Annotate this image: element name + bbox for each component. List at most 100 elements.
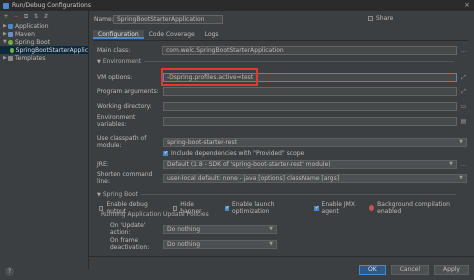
share-label: Share xyxy=(376,15,394,22)
classpath-value: spring-boot-starter-rest xyxy=(167,138,237,146)
jre-select[interactable]: Default (1.8 - SDK of 'spring-boot-start… xyxy=(163,159,457,169)
tab-logs[interactable]: Logs xyxy=(200,30,224,39)
panel-splitter[interactable] xyxy=(88,11,89,269)
expand-field-icon[interactable]: ⤢ xyxy=(460,74,467,81)
update-policies-header: Running Application Update Policies xyxy=(101,211,209,218)
tab-code-coverage[interactable]: Code Coverage xyxy=(144,30,200,39)
chevron-down-icon: ▼ xyxy=(449,160,453,167)
config-toolbar: + − ⧉ ⇅ ⇵ xyxy=(0,12,88,21)
environment-variables-field[interactable] xyxy=(163,116,457,126)
on-update-select[interactable]: Do nothing ▼ xyxy=(163,224,277,234)
program-arguments-field[interactable] xyxy=(163,86,457,96)
main-class-field[interactable]: com.welc.SpringBootStarterApplication xyxy=(162,45,457,55)
templates-icon xyxy=(8,55,13,61)
environment-section-header[interactable]: ▼ Environment xyxy=(97,58,455,65)
browse-icon[interactable]: … xyxy=(460,161,467,168)
vm-options-row: VM options: -Dspring.profiles.active=tes… xyxy=(97,72,467,82)
collapse-arrow-icon[interactable]: ▼ xyxy=(97,192,101,198)
include-provided-label: Include dependencies with "Provided" sco… xyxy=(171,150,305,157)
jre-value: Default (1.8 - SDK of 'spring-boot-start… xyxy=(167,160,331,168)
environment-variables-label: Environment variables: xyxy=(97,114,136,128)
chevron-down-icon: ▼ xyxy=(269,225,273,232)
jmx-agent-label: Enable JMX agent xyxy=(321,201,355,215)
intellij-app-icon xyxy=(3,2,9,9)
chevron-down-icon: ▼ xyxy=(459,174,463,181)
add-icon[interactable]: + xyxy=(3,13,9,20)
folder-icon[interactable]: ▭ xyxy=(460,103,467,110)
on-frame-deactivation-value: Do nothing xyxy=(167,240,201,248)
name-row: Name: SpringBootStarterApplication xyxy=(94,13,223,25)
chevron-down-icon: ▼ xyxy=(269,240,273,247)
tree-item-spring-boot-starter-application[interactable]: SpringBootStarterApplic xyxy=(0,46,88,54)
spring-boot-icon xyxy=(10,47,14,53)
tree-item-spring-boot[interactable]: ▼ Spring Boot xyxy=(0,38,88,46)
main-class-label: Main class: xyxy=(97,46,131,54)
launch-optimization-option[interactable]: Enable launch optimization xyxy=(224,201,301,215)
tree-item-label: Maven xyxy=(15,30,35,38)
include-provided-checkbox[interactable] xyxy=(163,150,168,156)
tree-item-application[interactable]: ▶ Application xyxy=(0,22,88,30)
tree-item-maven[interactable]: ▶ Maven xyxy=(0,30,88,38)
jmx-agent-checkbox[interactable] xyxy=(314,205,320,211)
main-class-row: Main class: com.welc.SpringBootStarterAp… xyxy=(97,45,467,55)
tree-item-label: Spring Boot xyxy=(15,38,51,46)
tab-divider xyxy=(93,40,468,41)
expand-field-icon[interactable]: ⤢ xyxy=(460,88,467,95)
working-directory-field[interactable] xyxy=(163,101,457,111)
share-checkbox[interactable] xyxy=(368,16,373,21)
on-frame-deactivation-row: On frame deactivation: Do nothing ▼ xyxy=(110,237,277,251)
remove-icon[interactable]: − xyxy=(13,13,19,20)
on-update-value: Do nothing xyxy=(167,225,201,233)
launch-optimization-checkbox[interactable] xyxy=(224,205,229,211)
red-highlight-box xyxy=(161,68,258,86)
section-divider xyxy=(144,61,455,62)
spring-boot-icon xyxy=(8,39,13,45)
copy-icon[interactable]: ⧉ xyxy=(23,13,29,20)
browse-icon[interactable]: … xyxy=(460,47,467,54)
tree-item-label: SpringBootStarterApplic xyxy=(15,46,88,54)
on-update-label: On 'Update' action: xyxy=(110,222,146,236)
chevron-down-icon: ▼ xyxy=(459,138,463,145)
launch-optimization-label: Enable launch optimization xyxy=(232,201,275,215)
program-arguments-row: Program arguments: ⤢ xyxy=(97,86,467,96)
background-compilation-label: Background compilation enabled xyxy=(377,201,450,215)
spring-boot-section-header[interactable]: ▼ Spring Boot xyxy=(97,191,456,198)
name-field[interactable]: SpringBootStarterApplication xyxy=(113,14,223,24)
include-provided-option[interactable]: Include dependencies with "Provided" sco… xyxy=(163,150,304,157)
apply-button[interactable]: Apply xyxy=(434,265,469,275)
environment-title: Environment xyxy=(102,58,142,65)
on-frame-deactivation-select[interactable]: Do nothing ▼ xyxy=(163,239,277,249)
close-icon[interactable]: × xyxy=(464,1,470,9)
move-icon[interactable]: ⇅ xyxy=(33,13,39,20)
hide-banner-checkbox[interactable] xyxy=(172,205,178,211)
tree-item-templates[interactable]: ▶ Templates xyxy=(0,54,88,62)
shorten-command-line-row: Shorten command line: user-local default… xyxy=(97,171,467,185)
classpath-label: Use classpath of module: xyxy=(97,135,147,149)
help-button[interactable]: ? xyxy=(5,267,14,276)
tree-item-label: Application xyxy=(15,22,49,30)
shorten-command-line-value: user-local default: none - java [options… xyxy=(167,174,340,182)
config-tabs: Configuration Code Coverage Logs xyxy=(93,30,224,39)
edit-variables-icon[interactable]: ▤ xyxy=(460,118,467,125)
debug-output-checkbox[interactable] xyxy=(99,205,104,211)
footer-divider xyxy=(89,256,474,257)
name-label: Name: xyxy=(94,15,114,23)
jmx-agent-option[interactable]: Enable JMX agent xyxy=(314,201,365,215)
jre-label: JRE: xyxy=(97,160,109,168)
ok-button[interactable]: OK xyxy=(359,265,386,275)
cancel-button[interactable]: Cancel xyxy=(390,265,430,275)
classpath-select[interactable]: spring-boot-starter-rest ▼ xyxy=(163,137,467,147)
program-arguments-label: Program arguments: xyxy=(97,87,159,95)
background-compilation-status: Background compilation enabled xyxy=(369,201,460,215)
tab-configuration[interactable]: Configuration xyxy=(93,30,144,39)
application-icon xyxy=(8,23,13,29)
working-directory-row: Working directory: ▭ xyxy=(97,101,467,111)
shorten-command-line-label: Shorten command line: xyxy=(97,171,153,185)
sort-icon[interactable]: ⇵ xyxy=(43,13,49,20)
share-option[interactable]: Share xyxy=(368,15,393,22)
collapse-arrow-icon[interactable]: ▼ xyxy=(97,59,101,65)
shorten-command-line-select[interactable]: user-local default: none - java [options… xyxy=(163,173,467,183)
window-title: Run/Debug Configurations xyxy=(12,2,91,9)
vm-options-label: VM options: xyxy=(97,73,133,81)
title-bar: Run/Debug Configurations × xyxy=(0,0,474,11)
